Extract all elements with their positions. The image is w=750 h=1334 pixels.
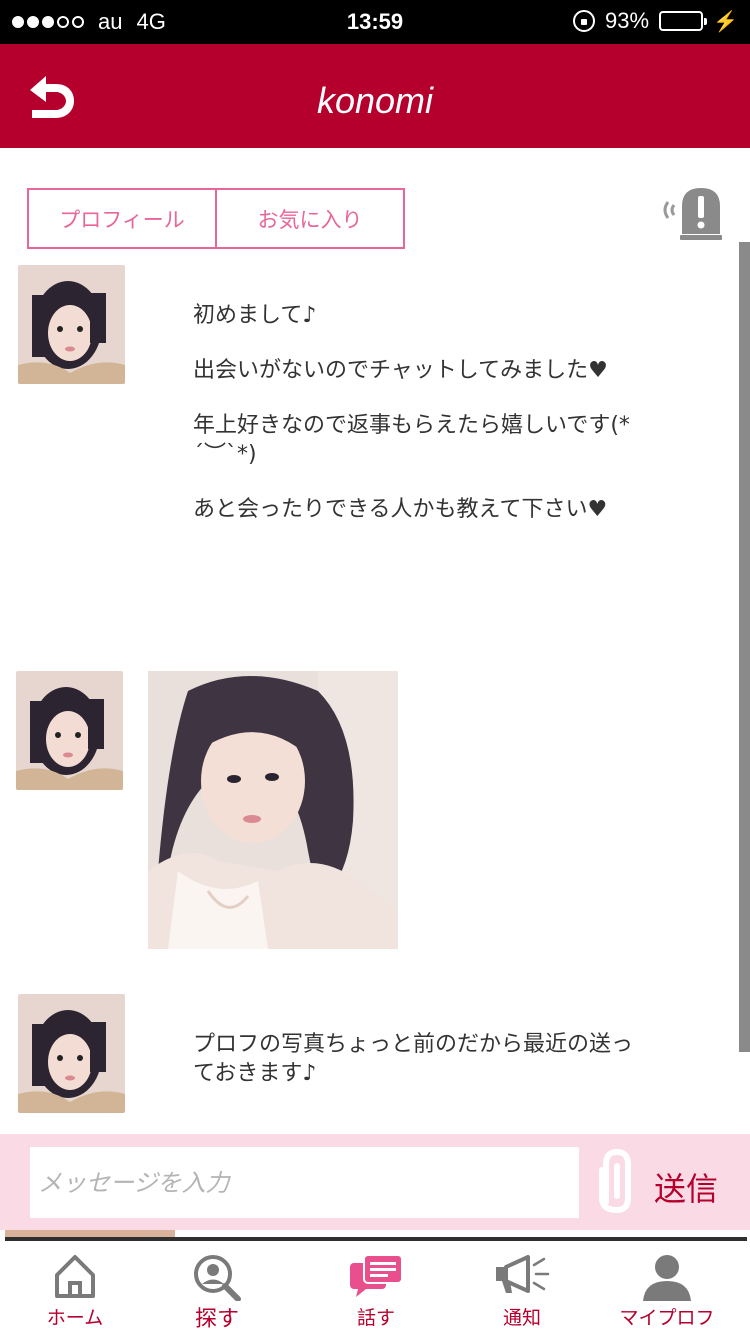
tab-home[interactable]: ホーム — [0, 1241, 150, 1334]
tab-chat[interactable]: 話す — [301, 1241, 451, 1334]
message-paragraph: 出会いがないのでチャットしてみました♥ — [193, 358, 608, 383]
megaphone-icon — [496, 1255, 550, 1293]
message-composer: 送信 — [0, 1134, 750, 1230]
profile-tabs: プロフィール お気に入り — [27, 188, 405, 249]
tab-label: 話す — [356, 1307, 395, 1329]
tab-label: 通知 — [502, 1307, 541, 1329]
tab-favorites[interactable]: お気に入り — [215, 188, 405, 249]
status-bar: au 4G 13:59 93% ⚡ — [0, 0, 750, 44]
chat-message: プロフの写真ちょっと前のだから最近の送っておきます♪ — [193, 1030, 643, 1114]
message-paragraph: プロフの写真ちょっと前のだから最近の送っておきます♪ — [193, 1032, 634, 1086]
page-title: konomi — [316, 80, 434, 121]
bottom-tab-bar: ホーム 探す 話す 通知 マイプロフ — [0, 1241, 750, 1334]
avatar[interactable] — [18, 265, 125, 384]
message-paragraph: 年上好きなので返事もらえたら嬉しいです(*´︶`*) — [193, 413, 630, 467]
nav-bar: konomi — [0, 44, 750, 148]
battery-percent: 93% — [605, 8, 650, 33]
home-icon — [55, 1255, 95, 1298]
person-icon — [643, 1255, 691, 1301]
message-paragraph: 初めまして♪ — [193, 303, 317, 328]
scrollbar[interactable] — [739, 242, 750, 1052]
paperclip-icon[interactable] — [592, 1146, 642, 1218]
battery-icon — [659, 11, 708, 31]
send-button[interactable]: 送信 — [654, 1164, 718, 1210]
tab-search[interactable]: 探す — [142, 1241, 292, 1334]
search-icon — [194, 1255, 241, 1301]
message-paragraph: あと会ったりできる人かも教えて下さい♥ — [193, 497, 608, 522]
tab-my-profile[interactable]: マイプロフ — [592, 1241, 742, 1334]
charging-icon: ⚡ — [713, 10, 738, 33]
tab-notifications[interactable]: 通知 — [447, 1241, 597, 1334]
chat-message: 初めまして♪ 出会いがないのでチャットしてみました♥ 年上好きなので返事もらえた… — [193, 301, 643, 550]
rotation-lock-icon — [573, 10, 596, 32]
status-right: 93% ⚡ — [573, 8, 738, 34]
tab-label: 探す — [194, 1307, 239, 1332]
chat-icon — [350, 1254, 402, 1297]
avatar[interactable] — [16, 671, 123, 790]
shared-photo[interactable] — [148, 671, 398, 949]
tab-profile[interactable]: プロフィール — [27, 188, 217, 249]
tab-label: ホーム — [46, 1307, 104, 1329]
avatar[interactable] — [18, 994, 125, 1113]
message-input[interactable] — [30, 1147, 579, 1218]
report-alert-icon[interactable] — [658, 186, 724, 242]
tab-label: マイプロフ — [619, 1307, 715, 1329]
